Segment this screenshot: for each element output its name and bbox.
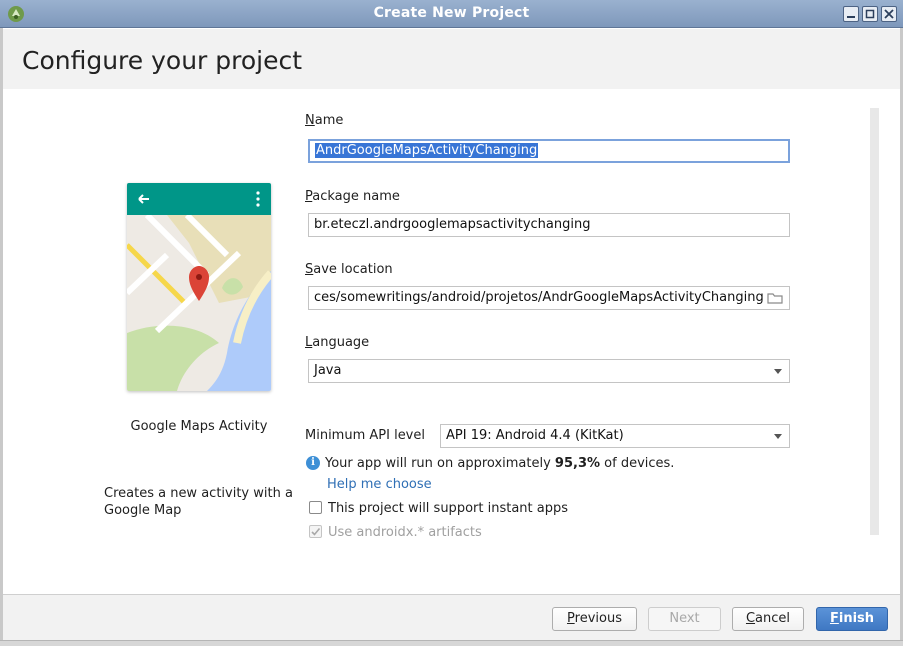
name-input[interactable]: AndrGoogleMapsActivityChanging	[308, 139, 790, 163]
previous-button[interactable]: Previous	[552, 607, 637, 631]
window-bottom-edge	[0, 640, 903, 646]
info-icon: i	[306, 456, 320, 470]
androidx-checkbox[interactable]	[309, 525, 322, 538]
device-coverage-text: Your app will run on approximately 95,3%…	[325, 456, 675, 471]
wizard-body: Google Maps Activity Creates a new activ…	[3, 89, 900, 594]
min-api-label: Minimum API level	[305, 428, 425, 443]
finish-button[interactable]: Finish	[816, 607, 888, 631]
close-icon	[884, 9, 894, 19]
page-title: Configure your project	[22, 46, 303, 75]
maximize-button[interactable]	[862, 6, 878, 22]
template-name: Google Maps Activity	[130, 419, 268, 434]
wizard-footer: Previous Next Cancel Finish	[3, 594, 900, 640]
template-description: Creates a new activity with a Google Map	[104, 486, 293, 518]
minimize-icon	[847, 16, 855, 18]
close-button[interactable]	[881, 6, 897, 22]
template-preview	[127, 183, 271, 391]
wizard-header: Configure your project	[3, 29, 900, 89]
help-me-choose-link[interactable]: Help me choose	[327, 477, 432, 492]
window-title: Create New Project	[373, 5, 530, 21]
language-label: Language	[305, 335, 370, 350]
minimize-button[interactable]	[843, 6, 859, 22]
google-map-illustration	[127, 183, 271, 391]
language-select[interactable]: Java	[308, 359, 790, 383]
cancel-button[interactable]: Cancel	[732, 607, 804, 631]
folder-icon[interactable]	[767, 292, 783, 304]
scrollbar[interactable]	[870, 108, 879, 535]
save-location-input[interactable]: ces/somewritings/android/projetos/AndrGo…	[308, 286, 790, 310]
chevron-down-icon	[774, 434, 782, 439]
next-button[interactable]: Next	[648, 607, 721, 631]
min-api-select[interactable]: API 19: Android 4.4 (KitKat)	[440, 424, 790, 448]
chevron-down-icon	[774, 369, 782, 374]
maximize-icon	[865, 9, 875, 19]
package-name-label: Package name	[305, 189, 400, 204]
instant-apps-label[interactable]: This project will support instant apps	[328, 501, 568, 516]
package-name-input[interactable]: br.eteczl.andrgooglemapsactivitychanging	[308, 213, 790, 237]
androidx-label: Use androidx.* artifacts	[328, 525, 482, 540]
checkmark-icon	[311, 527, 321, 536]
name-label: Name	[305, 113, 344, 128]
instant-apps-checkbox[interactable]	[309, 501, 322, 514]
window-titlebar[interactable]: Create New Project	[0, 0, 903, 28]
save-location-label: Save location	[305, 262, 393, 277]
